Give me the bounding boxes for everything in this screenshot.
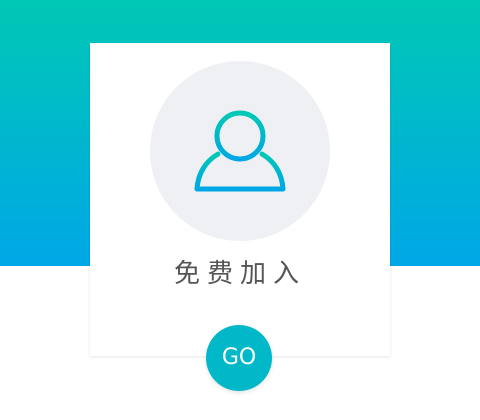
- user-icon: [194, 110, 286, 192]
- join-card: 免费加入: [90, 43, 390, 356]
- avatar: [150, 61, 330, 241]
- page: 免费加入 GO: [0, 0, 480, 420]
- go-button[interactable]: GO: [206, 325, 272, 391]
- join-title: 免费加入: [173, 259, 306, 289]
